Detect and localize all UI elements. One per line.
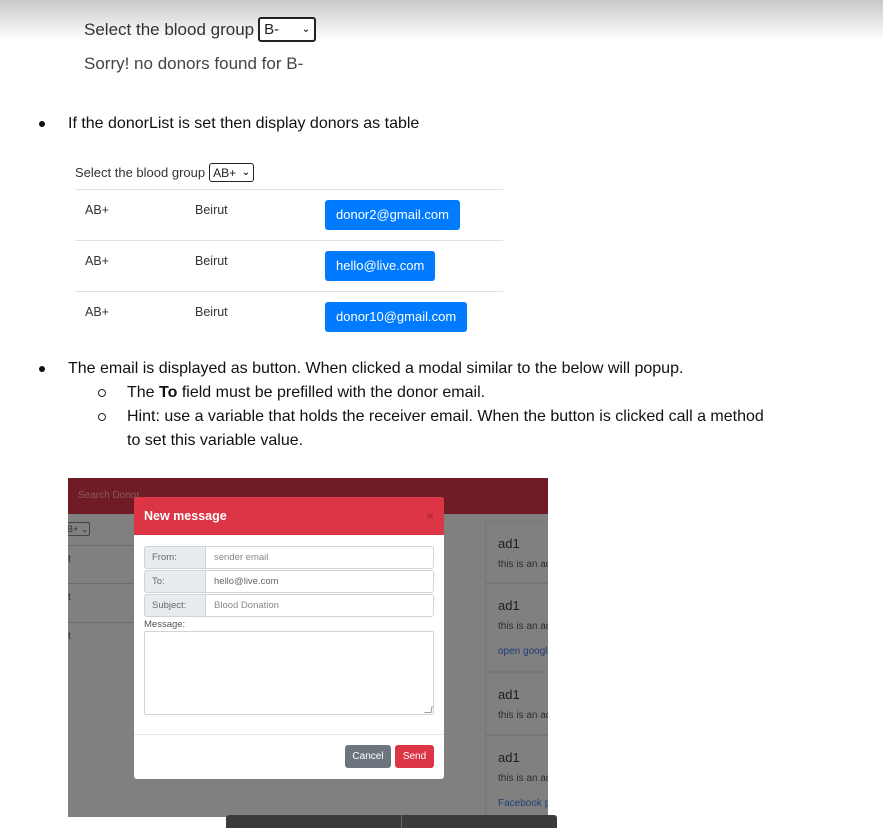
- sub-bullet-text: to set this variable value.: [127, 432, 304, 449]
- blood-group-select-row: Select the blood group B- ⌄: [84, 17, 317, 42]
- ad-card: ad1 this is an ad open google: [485, 583, 548, 672]
- new-message-modal: New message × From: sender email To: hel…: [134, 497, 444, 779]
- ad-description: this is an ad: [498, 710, 548, 721]
- blood-group-select-row: Select the blood group AB+ ⌄: [75, 163, 255, 182]
- table-row: AB+ Beirut donor10@gmail.com: [75, 291, 503, 342]
- blood-group-cell: AB+: [85, 203, 109, 217]
- ad-link[interactable]: Facebook page: [498, 798, 548, 809]
- bullet-dot: [39, 366, 45, 372]
- ad-link[interactable]: open google: [498, 646, 548, 657]
- ad-description: this is an ad: [498, 559, 548, 570]
- city-cell: Beirut: [195, 203, 228, 217]
- chevron-down-icon: ⌄: [241, 167, 251, 178]
- background-blood-group-select: B+ ⌄: [68, 522, 90, 536]
- send-button[interactable]: Send: [395, 745, 434, 768]
- ad-card: ad1 this is an ad: [485, 672, 548, 735]
- blood-group-cell: AB+: [85, 305, 109, 319]
- from-input[interactable]: sender email: [206, 546, 434, 569]
- donor-table: AB+ Beirut donor2@gmail.com AB+ Beirut h…: [75, 189, 503, 342]
- from-label: From:: [144, 546, 206, 569]
- navbar-brand: Search Donor: [78, 490, 140, 501]
- subject-label: Subject:: [144, 594, 206, 617]
- cancel-button[interactable]: Cancel: [345, 745, 391, 768]
- ad-title: ad1: [498, 687, 520, 702]
- taskbar-strip: [226, 815, 557, 828]
- resize-handle-icon[interactable]: [424, 706, 433, 713]
- sub-bullet-text: Hint: use a variable that holds the rece…: [127, 408, 764, 425]
- blood-group-cell: AB+: [85, 254, 109, 268]
- ad-card: ad1 this is an ad: [485, 521, 548, 583]
- sub-bullet-circle: [98, 389, 106, 397]
- background-table-row: t: [68, 622, 136, 675]
- ad-description: this is an ad: [498, 773, 548, 784]
- modal-title: New message: [144, 509, 227, 523]
- sub-bullet-circle: [98, 413, 106, 421]
- city-cell: Beirut: [195, 254, 228, 268]
- ad-description: this is an ad: [498, 621, 548, 632]
- blood-group-select[interactable]: B- ⌄: [258, 17, 317, 42]
- to-label: To:: [144, 570, 206, 593]
- email-button[interactable]: donor10@gmail.com: [325, 302, 468, 332]
- city-cell: Beirut: [195, 305, 228, 319]
- chevron-down-icon: ⌄: [301, 24, 311, 35]
- blood-group-select[interactable]: AB+ ⌄: [209, 163, 255, 182]
- modal-screenshot: Search Donor B+ ⌄ t t t ad1 this is an a…: [68, 478, 548, 817]
- from-field-group: From: sender email: [144, 546, 434, 569]
- message-textarea[interactable]: [144, 631, 434, 715]
- subject-input[interactable]: Blood Donation: [206, 594, 434, 617]
- bullet-text: The email is displayed as button. When c…: [68, 360, 684, 377]
- bullet-dot: [39, 121, 45, 127]
- close-icon[interactable]: ×: [426, 508, 434, 523]
- select-label: Select the blood group: [75, 165, 206, 180]
- table-row: AB+ Beirut hello@live.com: [75, 240, 503, 291]
- sub-bullet-text: The To field must be prefilled with the …: [127, 384, 486, 401]
- subject-field-group: Subject: Blood Donation: [144, 594, 434, 617]
- to-field-group: To: hello@live.com: [144, 570, 434, 593]
- email-button[interactable]: donor2@gmail.com: [325, 200, 460, 230]
- message-label: Message:: [144, 619, 186, 630]
- modal-header: New message ×: [134, 497, 444, 535]
- no-donors-message: Sorry! no donors found for B-: [84, 54, 304, 73]
- taskbar-divider: [401, 815, 402, 828]
- bullet-text: If the donorList is set then display don…: [68, 115, 420, 132]
- select-label: Select the blood group: [84, 19, 255, 39]
- ad-title: ad1: [498, 536, 520, 551]
- email-button[interactable]: hello@live.com: [325, 251, 436, 281]
- footer-divider: [134, 734, 444, 735]
- to-input[interactable]: hello@live.com: [206, 570, 434, 593]
- ads-sidebar: ad1 this is an ad ad1 this is an ad open…: [485, 521, 548, 817]
- ad-title: ad1: [498, 598, 520, 613]
- ad-card: ad1 this is an ad Facebook page: [485, 735, 548, 817]
- ad-title: ad1: [498, 750, 520, 765]
- table-row: AB+ Beirut donor2@gmail.com: [75, 189, 503, 240]
